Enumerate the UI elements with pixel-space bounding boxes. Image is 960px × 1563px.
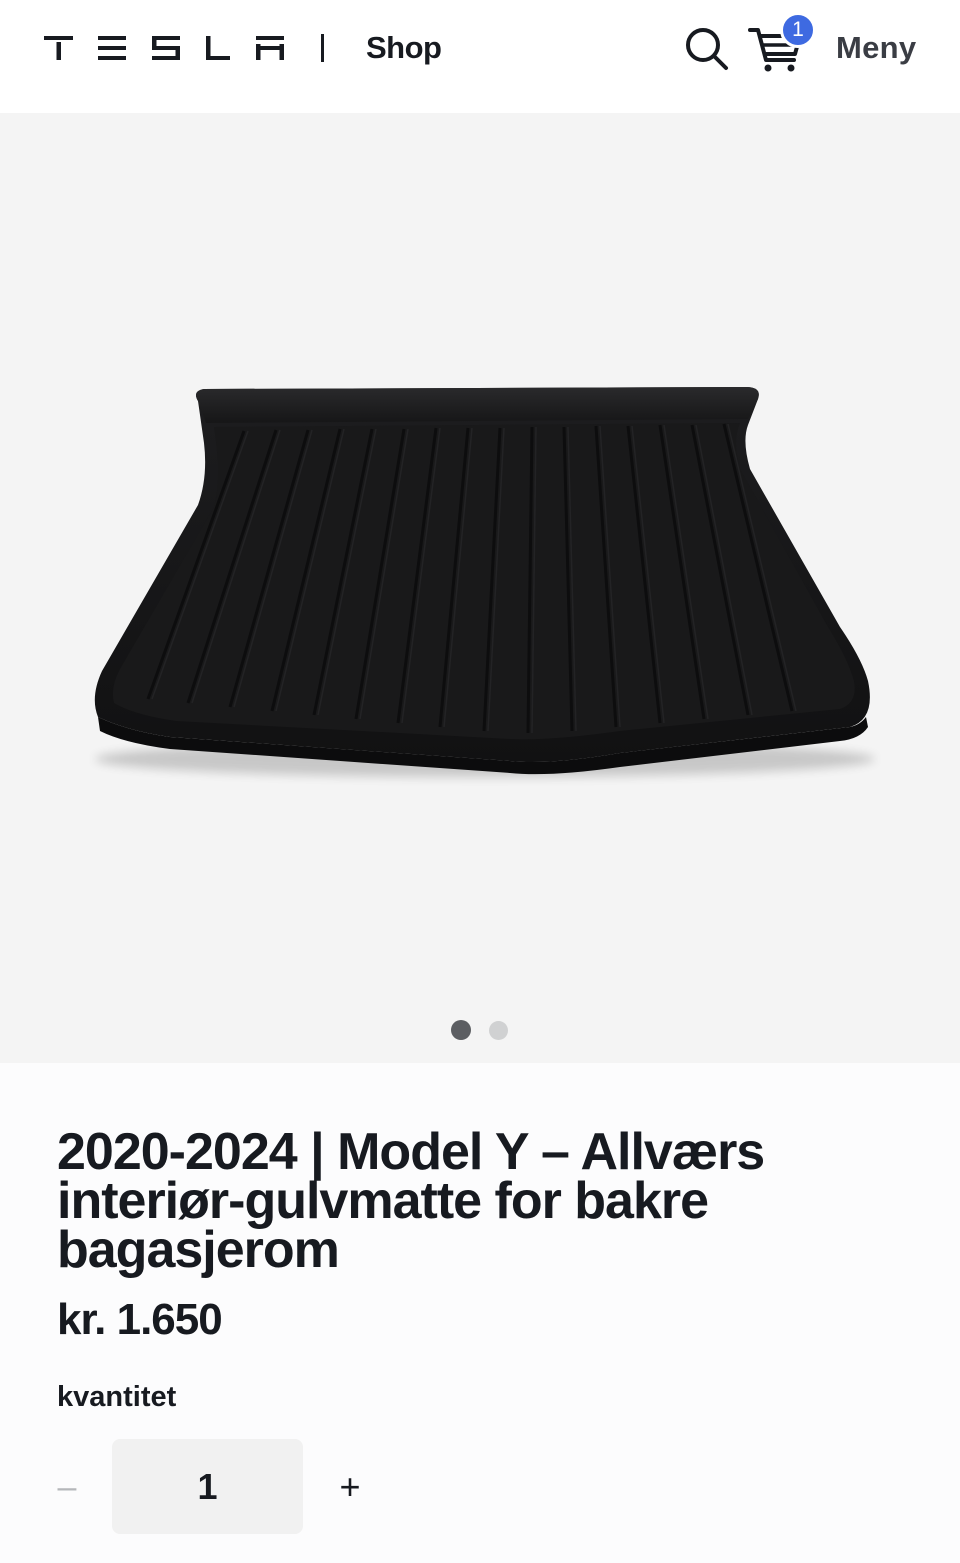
cart-count-badge: 1	[780, 12, 816, 48]
gallery-dot-2[interactable]	[489, 1021, 508, 1040]
quantity-increment-button[interactable]: +	[330, 1455, 370, 1519]
tesla-logo[interactable]	[44, 36, 284, 60]
product-image	[94, 387, 875, 777]
quantity-decrement-button[interactable]: –	[50, 1455, 84, 1519]
search-button[interactable]	[682, 24, 732, 74]
product-title: 2020-2024 | Model Y – Allværs interiør-g…	[57, 1123, 765, 1279]
quantity-input[interactable]	[112, 1439, 303, 1534]
product-gallery[interactable]	[0, 113, 960, 1063]
quantity-label: kvantitet	[57, 1381, 177, 1413]
menu-button[interactable]: Meny	[836, 28, 916, 68]
header-divider	[321, 34, 324, 62]
product-price: kr. 1.650	[57, 1295, 223, 1344]
shop-link[interactable]: Shop	[366, 28, 442, 68]
gallery-dot-1[interactable]	[451, 1020, 471, 1040]
search-icon	[686, 28, 728, 70]
site-header: Shop 1 Meny	[0, 0, 960, 113]
